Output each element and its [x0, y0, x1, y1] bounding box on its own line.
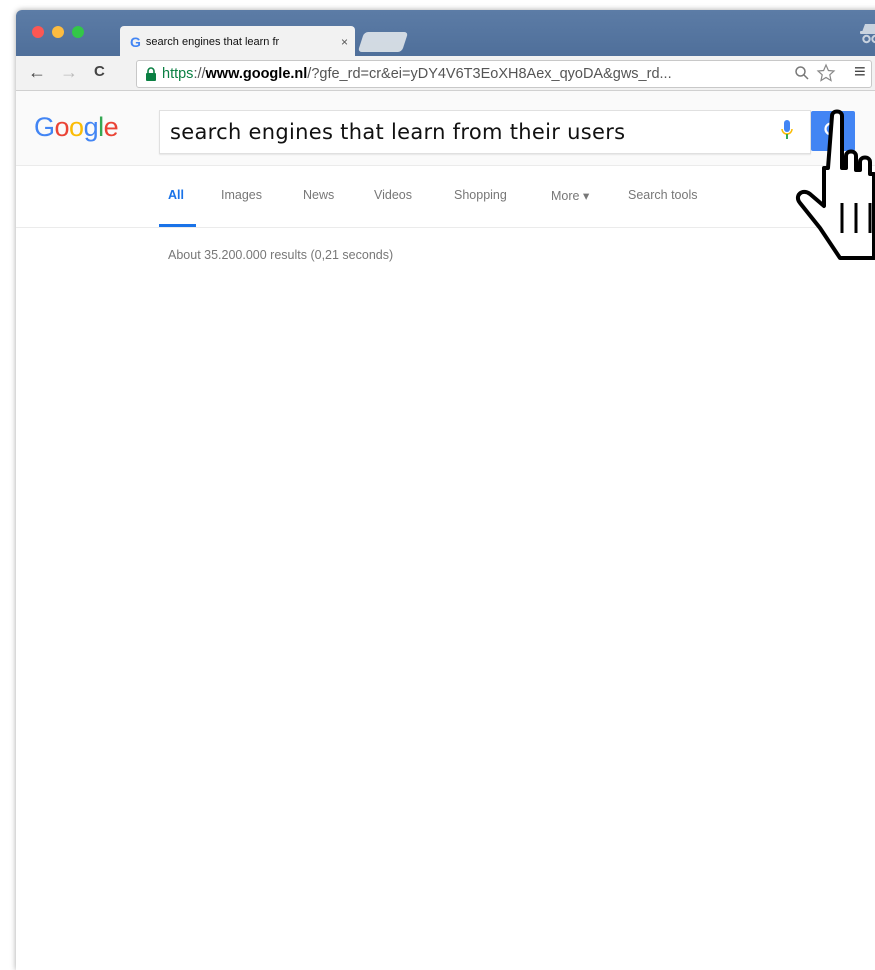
tab-search-tools[interactable]: Search tools — [628, 188, 697, 202]
browser-toolbar: ← → C https://www.google.nl/?gfe_rd=cr&e… — [16, 56, 875, 91]
url-scheme: https — [162, 66, 194, 82]
minimize-window-button[interactable] — [52, 26, 64, 38]
results-stats: About 35.200.000 results (0,21 seconds) — [168, 248, 394, 262]
google-logo[interactable]: Google — [34, 112, 119, 143]
tab-videos[interactable]: Videos — [374, 188, 412, 202]
address-bar[interactable]: https://www.google.nl/?gfe_rd=cr&ei=yDY4… — [136, 60, 872, 88]
search-query: search engines that learn from their use… — [170, 120, 626, 144]
tab-close-icon[interactable]: × — [341, 35, 348, 49]
tab-images[interactable]: Images — [221, 188, 262, 202]
menu-icon[interactable]: ≡ — [854, 62, 866, 82]
tab-shopping[interactable]: Shopping — [454, 188, 507, 202]
tab-more[interactable]: More ▾ — [551, 188, 589, 203]
new-tab-button[interactable] — [357, 32, 409, 52]
browser-tab-content[interactable]: G search engines that learn fr × — [130, 31, 348, 53]
reload-button[interactable]: C — [94, 62, 105, 82]
browser-window: G search engines that learn fr × ← → C h… — [16, 10, 875, 970]
url-separator: :// — [193, 66, 206, 82]
search-tabs: All Images News Videos Shopping More ▾ S… — [16, 165, 875, 228]
tab-title: search engines that learn fr — [145, 36, 280, 48]
hand-pointer-cursor-icon — [795, 109, 875, 260]
tab-all[interactable]: All — [168, 188, 184, 202]
lock-icon — [146, 67, 156, 81]
tab-news[interactable]: News — [303, 188, 334, 202]
back-button[interactable]: ← — [28, 62, 46, 82]
url-domain: www.google.nl — [205, 66, 308, 82]
google-favicon-icon: G — [130, 34, 141, 50]
search-icon[interactable] — [794, 65, 810, 81]
search-header: Google search engines that learn from th… — [16, 91, 875, 166]
bookmark-star-icon[interactable] — [816, 63, 836, 83]
active-tab-indicator — [159, 224, 196, 227]
incognito-icon — [860, 24, 875, 44]
maximize-window-button[interactable] — [72, 26, 84, 38]
title-bar: G search engines that learn fr × — [16, 10, 875, 56]
forward-button[interactable]: → — [60, 62, 78, 82]
url-path: /?gfe_rd=cr&ei=yDY4V6T3EoXH8Aex_qyoDA&gw… — [307, 66, 672, 82]
search-input[interactable]: search engines that learn from their use… — [159, 110, 811, 154]
close-window-button[interactable] — [32, 26, 44, 38]
